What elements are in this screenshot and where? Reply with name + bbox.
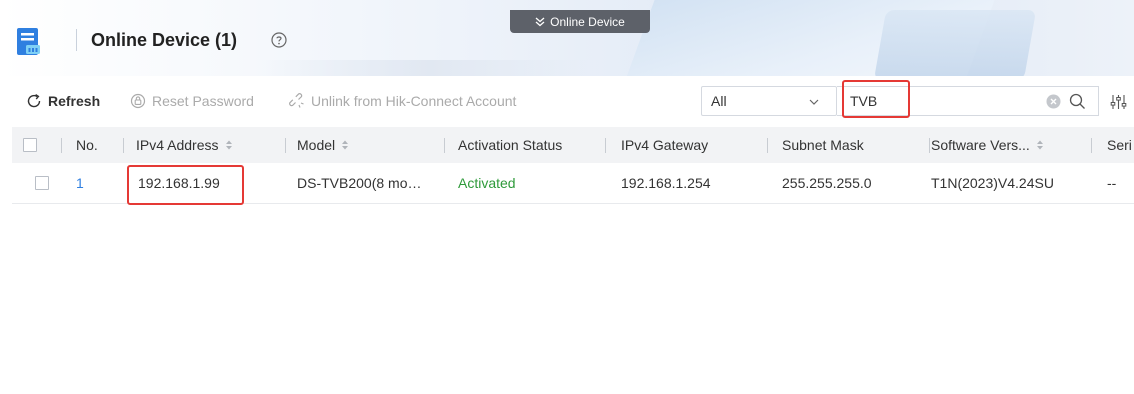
column-divider (61, 138, 62, 153)
column-header-ipv4[interactable]: IPv4 Address (136, 127, 233, 163)
chevron-down-icon (809, 99, 819, 105)
header-divider (76, 29, 77, 51)
cell-subnet-mask: 255.255.255.0 (782, 175, 872, 191)
row-checkbox[interactable] (35, 176, 49, 190)
select-all-checkbox[interactable] (23, 138, 37, 152)
refresh-label: Refresh (48, 93, 101, 109)
sort-icon[interactable] (225, 139, 233, 151)
column-header-model[interactable]: Model (297, 127, 349, 163)
column-header-subnet-mask[interactable]: Subnet Mask (782, 127, 864, 163)
help-icon[interactable] (271, 32, 287, 48)
cell-model: DS-TVB200(8 mo… (297, 175, 422, 191)
online-device-collapse-tab[interactable]: Online Device (510, 10, 650, 33)
search-highlight-box (842, 80, 910, 118)
column-divider (767, 138, 768, 153)
cell-no: 1 (76, 175, 84, 191)
reset-password-icon (130, 93, 146, 109)
column-header-serial[interactable]: Seri (1107, 127, 1132, 163)
column-header-software-version[interactable]: Software Vers... (931, 127, 1044, 163)
ip-highlight-box (127, 165, 244, 205)
column-divider (929, 138, 930, 153)
column-divider (1091, 138, 1092, 153)
column-header-label: Model (297, 137, 336, 153)
refresh-button[interactable]: Refresh (26, 90, 100, 112)
sort-icon[interactable] (1036, 139, 1044, 151)
column-header-ipv4-gateway[interactable]: IPv4 Gateway (621, 127, 708, 163)
sort-icon[interactable] (341, 139, 349, 151)
header-decoration (260, 60, 600, 76)
column-header-label: IPv4 Address (136, 137, 219, 153)
reset-password-button[interactable]: Reset Password (130, 90, 254, 112)
column-settings-icon[interactable] (1110, 94, 1127, 110)
unlink-label: Unlink from Hik-Connect Account (311, 93, 517, 109)
cell-serial: -- (1107, 175, 1117, 191)
column-divider (605, 138, 606, 153)
double-chevron-down-icon (535, 17, 545, 26)
filter-selected-value: All (711, 93, 727, 109)
refresh-icon (27, 94, 41, 108)
column-divider (444, 138, 445, 153)
column-header-no[interactable]: No. (76, 127, 98, 163)
column-header-label: Software Vers... (931, 137, 1030, 153)
unlink-icon (289, 93, 304, 108)
clear-search-icon[interactable] (1046, 94, 1061, 109)
cell-ipv4-gateway: 192.168.1.254 (621, 175, 711, 191)
search-icon[interactable] (1069, 93, 1086, 110)
online-device-tab-label: Online Device (550, 14, 625, 29)
online-device-icon (17, 28, 40, 55)
column-divider (285, 138, 286, 153)
page-title: Online Device (1) (91, 30, 238, 50)
page-header: Online Device (1) Online Device (0, 0, 1134, 76)
table-header: No. IPv4 Address Model Activation Status… (12, 127, 1134, 163)
column-header-activation-status[interactable]: Activation Status (458, 127, 562, 163)
column-divider (123, 138, 124, 153)
toolbar: Refresh Reset Password Unlink from Hik-C… (0, 86, 1134, 116)
cell-software-version: T1N(2023)V4.24SU (931, 175, 1054, 191)
reset-password-label: Reset Password (152, 93, 254, 109)
cell-activation-status: Activated (458, 175, 516, 191)
unlink-hik-connect-button[interactable]: Unlink from Hik-Connect Account (289, 90, 516, 112)
device-type-filter-select[interactable]: All (701, 86, 837, 116)
header-decoration (873, 10, 1037, 76)
